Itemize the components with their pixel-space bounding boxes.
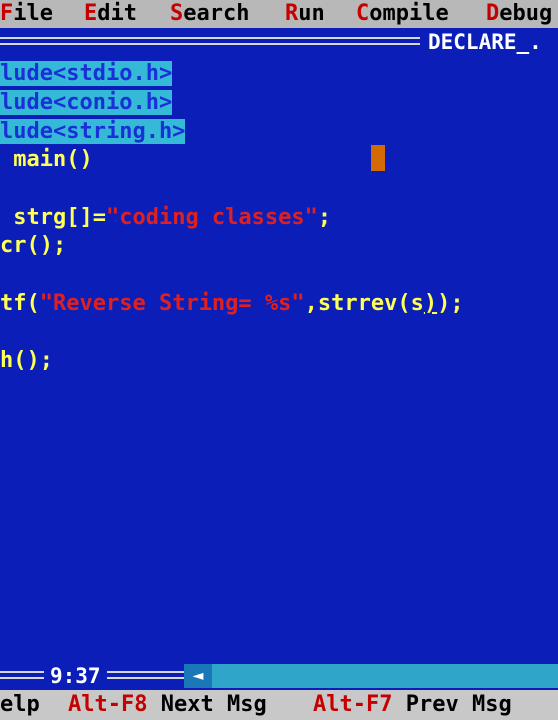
status-line: 9:37 ◄	[0, 662, 558, 690]
scroll-left-arrow-icon[interactable]: ◄	[184, 664, 212, 688]
menu-compile[interactable]: Compile	[356, 0, 449, 28]
file-name-title: DECLARE_.	[424, 28, 546, 56]
menu-search[interactable]: Search	[170, 0, 249, 28]
code-line-7: tf("Reverse String= %s",strrev(s));	[0, 291, 464, 316]
menu-debug[interactable]: Debug	[486, 0, 552, 28]
code-line-5: strg[]="coding classes";	[0, 205, 332, 230]
next-msg-hint[interactable]: Alt-F8 Next Msg	[68, 690, 267, 720]
code-line-4: main()	[0, 147, 93, 172]
menu-file[interactable]: File	[0, 0, 53, 28]
window-title-bar: DECLARE_.	[0, 28, 558, 56]
frame-line-top	[0, 37, 420, 39]
prev-msg-hint[interactable]: Alt-F7 Prev Msg	[313, 690, 512, 720]
code-line-3: lude<string.h>	[0, 119, 186, 144]
code-line-8: h();	[0, 348, 53, 373]
code-line-6: cr();	[0, 233, 67, 258]
menu-run[interactable]: Run	[285, 0, 325, 28]
text-cursor	[371, 145, 385, 171]
hotkey-bar: elp Alt-F8 Next Msg Alt-F7 Prev Msg	[0, 690, 558, 720]
horizontal-scrollbar[interactable]: ◄	[184, 664, 558, 688]
frame-line-bottom	[0, 43, 420, 45]
code-editor[interactable]: lude<stdio.h> lude<conio.h> lude<string.…	[0, 56, 558, 662]
help-hint[interactable]: elp	[0, 690, 40, 720]
menu-bar: File Edit Search Run Compile Debug	[0, 0, 558, 28]
code-line-2: lude<conio.h>	[0, 90, 173, 115]
code-line-1: lude<stdio.h>	[0, 61, 173, 86]
menu-edit[interactable]: Edit	[84, 0, 137, 28]
cursor-position: 9:37	[44, 662, 107, 690]
